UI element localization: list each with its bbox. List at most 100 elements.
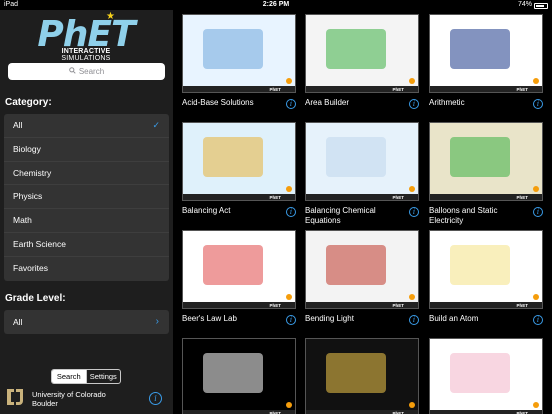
search-icon: [69, 63, 76, 80]
category-title: Category:: [5, 97, 52, 108]
sim-tile[interactable]: PhET Balloons and Static Electricity i: [429, 122, 543, 226]
reset-icon: [533, 78, 539, 84]
sim-preview-graphic: [326, 353, 386, 393]
sim-preview-graphic: [326, 137, 386, 177]
sim-thumbnail[interactable]: PhET: [305, 338, 419, 414]
category-item-all[interactable]: All ✓: [4, 114, 169, 138]
reset-icon: [409, 78, 415, 84]
sim-preview-graphic: [203, 245, 263, 285]
sim-preview-graphic: [203, 29, 263, 69]
category-item-math[interactable]: Math: [4, 209, 169, 233]
sim-title: Area Builder: [305, 98, 350, 107]
sim-preview-graphic: [450, 353, 510, 393]
sim-tile[interactable]: PhET Beer's Law Lab i: [182, 230, 296, 325]
category-item-favorites[interactable]: Favorites: [4, 257, 169, 281]
grade-level-value: All: [13, 317, 23, 327]
category-item-physics[interactable]: Physics: [4, 185, 169, 210]
sim-phet-mark: PhET: [269, 87, 281, 92]
sim-title: Build an Atom: [429, 314, 479, 323]
sim-tile[interactable]: PhET: [305, 338, 419, 414]
sim-title: Beer's Law Lab: [182, 314, 237, 323]
simulation-grid: PhET Acid-Base Solutions i PhET Area Builder…: [173, 10, 552, 414]
sim-title: Balancing Chemical Equations: [305, 206, 376, 225]
info-icon[interactable]: i: [533, 99, 543, 109]
grade-level-title: Grade Level:: [5, 293, 66, 304]
sim-title: Arithmetic: [429, 98, 465, 107]
checkmark-icon: ✓: [152, 120, 160, 130]
reset-icon: [286, 294, 292, 300]
sim-thumbnail[interactable]: PhET: [182, 230, 296, 309]
sim-thumbnail[interactable]: PhET: [182, 122, 296, 201]
sim-phet-mark: PhET: [392, 87, 404, 92]
info-icon[interactable]: i: [533, 315, 543, 325]
sim-tile[interactable]: PhET Balancing Act i: [182, 122, 296, 217]
sim-phet-mark: PhET: [269, 303, 281, 308]
sim-phet-mark: PhET: [392, 303, 404, 308]
sim-thumbnail[interactable]: PhET: [305, 14, 419, 93]
sim-thumbnail[interactable]: PhET: [429, 14, 543, 93]
info-icon[interactable]: i: [409, 315, 419, 325]
university-label: University of Colorado Boulder: [32, 390, 106, 408]
info-icon[interactable]: i: [149, 392, 162, 405]
info-icon[interactable]: i: [286, 99, 296, 109]
reset-icon: [409, 402, 415, 408]
sim-tile[interactable]: PhET Bending Light i: [305, 230, 419, 325]
sim-preview-graphic: [450, 29, 510, 69]
tab-settings[interactable]: Settings: [85, 370, 121, 383]
sim-preview-graphic: [203, 137, 263, 177]
category-list: All ✓ Biology Chemistry Physics Math Eart…: [4, 114, 169, 281]
reset-icon: [286, 402, 292, 408]
sim-tile[interactable]: PhET: [429, 338, 543, 414]
sim-title: Balancing Act: [182, 206, 231, 215]
sim-thumbnail[interactable]: PhET: [305, 122, 419, 201]
reset-icon: [286, 186, 292, 192]
info-icon[interactable]: i: [286, 207, 296, 217]
battery-icon: [534, 3, 548, 9]
sim-thumbnail[interactable]: PhET: [429, 122, 543, 201]
tab-search[interactable]: Search: [52, 370, 86, 383]
sim-thumbnail[interactable]: PhET: [182, 14, 296, 93]
sim-thumbnail[interactable]: PhET: [182, 338, 296, 414]
sim-phet-mark: PhET: [516, 195, 528, 200]
status-bar: iPad 2:26 PM 74%: [0, 0, 552, 10]
sim-thumbnail[interactable]: PhET: [305, 230, 419, 309]
reset-icon: [409, 294, 415, 300]
sim-tile[interactable]: PhET Arithmetic i: [429, 14, 543, 109]
sim-preview-graphic: [450, 245, 510, 285]
sim-thumbnail[interactable]: PhET: [429, 230, 543, 309]
sim-phet-mark: PhET: [269, 195, 281, 200]
category-item-earth-science[interactable]: Earth Science: [4, 233, 169, 257]
info-icon[interactable]: i: [533, 207, 543, 217]
sim-title: Balloons and Static Electricity: [429, 206, 498, 225]
reset-icon: [533, 186, 539, 192]
info-icon[interactable]: i: [409, 207, 419, 217]
sim-preview-graphic: [450, 137, 510, 177]
search-input[interactable]: Search: [8, 63, 165, 80]
sim-phet-mark: PhET: [516, 87, 528, 92]
star-icon: ★: [106, 11, 115, 22]
phet-logo: PhET ★ INTERACTIVE SIMULATIONS: [36, 12, 136, 68]
info-icon[interactable]: i: [286, 315, 296, 325]
phet-logo-subtitle: INTERACTIVE SIMULATIONS: [61, 48, 111, 62]
mode-toggle[interactable]: Search Settings: [51, 369, 121, 384]
sim-phet-mark: PhET: [392, 195, 404, 200]
reset-icon: [409, 186, 415, 192]
sidebar: PhET ★ INTERACTIVE SIMULATIONS Search Ca…: [0, 10, 173, 414]
sim-tile[interactable]: PhET Build an Atom i: [429, 230, 543, 325]
info-icon[interactable]: i: [409, 99, 419, 109]
clock: 2:26 PM: [262, 1, 290, 8]
sim-title: Acid-Base Solutions: [182, 98, 254, 107]
sim-tile[interactable]: PhET Acid-Base Solutions i: [182, 14, 296, 109]
cu-logo-icon: [6, 387, 24, 409]
sim-tile[interactable]: PhET: [182, 338, 296, 414]
sim-preview-graphic: [326, 245, 386, 285]
category-item-chemistry[interactable]: Chemistry: [4, 162, 169, 186]
grade-level-select[interactable]: All ›: [4, 310, 169, 334]
category-item-biology[interactable]: Biology: [4, 138, 169, 162]
sim-phet-mark: PhET: [516, 303, 528, 308]
sim-tile[interactable]: PhET Area Builder i: [305, 14, 419, 109]
sim-title: Bending Light: [305, 314, 354, 323]
sim-tile[interactable]: PhET Balancing Chemical Equations i: [305, 122, 419, 226]
battery-status: 74%: [518, 0, 548, 10]
sim-thumbnail[interactable]: PhET: [429, 338, 543, 414]
